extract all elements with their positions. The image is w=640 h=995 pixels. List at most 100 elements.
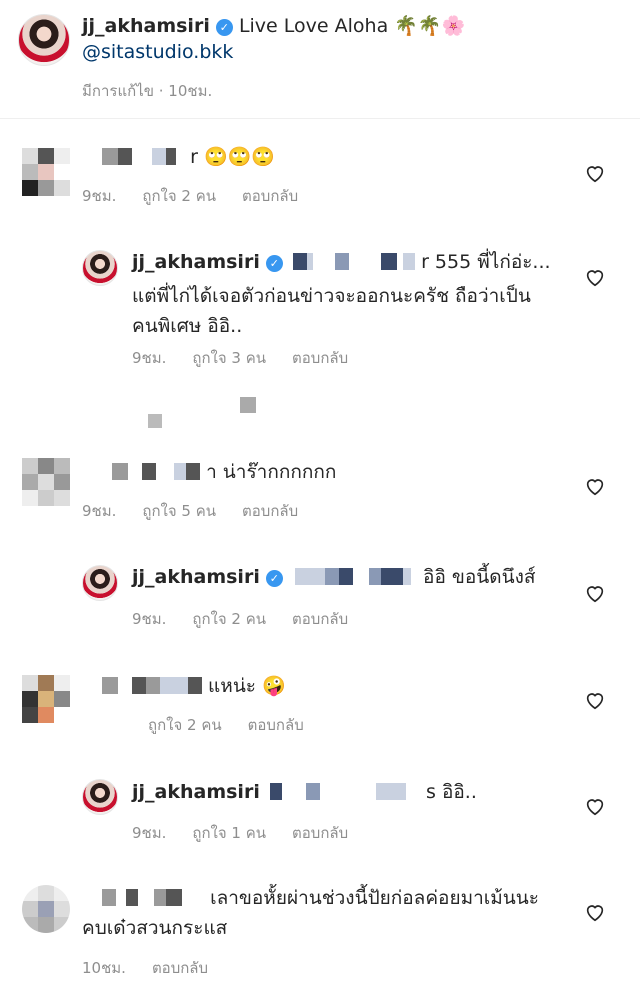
redacted-block (402, 568, 411, 585)
comment-time: 9ชม. (132, 610, 167, 628)
redacted-block (102, 889, 116, 906)
redacted-block (292, 253, 307, 270)
comment-time: 9ชม. (132, 824, 167, 842)
comment-text: jj_akhamsiri ✓ อิอิ ขอนี้ดนึงส์ (132, 563, 535, 591)
comment-body-line2: แต่พี่ไก่ได้เจอตัวก่อนข่าวจะออกนะครัช ถื… (132, 285, 531, 307)
comment-username[interactable]: jj_akhamsiri (132, 251, 260, 273)
caption-text: Live Love Aloha 🌴🌴🌸 (238, 15, 466, 37)
redacted-block (152, 148, 167, 165)
redacted-block (305, 783, 320, 800)
likes-count[interactable]: ถูกใจ 5 คน (142, 502, 216, 520)
reply-button[interactable]: ตอบกลับ (292, 610, 348, 628)
redacted-block (118, 148, 132, 165)
redacted-block (188, 677, 202, 694)
redacted-block (294, 568, 325, 585)
comment-username[interactable]: jj_akhamsiri (132, 566, 260, 588)
redacted-block (375, 783, 406, 800)
reply-avatar[interactable] (82, 250, 118, 286)
caption-meta: มีการแก้ไข · 10ชม. (82, 82, 213, 100)
redacted-block (269, 783, 282, 800)
comment-body: r 555 พี่ไก่อ่ะ... (421, 251, 551, 273)
reply-avatar[interactable] (82, 565, 118, 601)
redacted-block (324, 568, 339, 585)
redacted-block (102, 677, 118, 694)
redacted-block (381, 253, 398, 270)
redacted-block (368, 568, 381, 585)
redacted-block (166, 889, 183, 906)
caption-mention[interactable]: @sitastudio.bkk (82, 38, 233, 66)
heart-icon[interactable] (584, 266, 606, 288)
caption-avatar[interactable] (18, 14, 70, 66)
caption-line: jj_akhamsiri ✓ Live Love Aloha 🌴🌴🌸 (82, 12, 465, 40)
redacted-block (306, 253, 313, 270)
redacted-block (174, 463, 187, 480)
heart-icon[interactable] (584, 162, 606, 184)
likes-count[interactable]: ถูกใจ 2 คน (192, 610, 266, 628)
commenter-avatar[interactable] (22, 885, 70, 933)
redacted-block (166, 148, 177, 165)
redacted-block (240, 397, 256, 413)
likes-count[interactable]: ถูกใจ 3 คน (192, 349, 266, 367)
comment-body: เลาขอหั้ยผ่านช่วงนี้ปัยก่อลค่อยมาเม้นนะ (210, 887, 539, 909)
redacted-block (132, 677, 146, 694)
caption-username[interactable]: jj_akhamsiri (82, 15, 210, 37)
heart-icon[interactable] (584, 475, 606, 497)
comment-meta: 9ชม. ถูกใจ 2 คน ตอบกลับ (82, 184, 324, 208)
likes-count[interactable]: ถูกใจ 2 คน (148, 716, 222, 734)
heart-icon[interactable] (584, 795, 606, 817)
redacted-block (334, 253, 349, 270)
verified-icon: ✓ (265, 570, 283, 587)
comment-text: r 🙄🙄🙄 (102, 143, 275, 171)
redacted-block (142, 463, 156, 480)
likes-count[interactable]: ถูกใจ 2 คน (142, 187, 216, 205)
commenter-avatar[interactable] (22, 148, 70, 196)
reply-button[interactable]: ตอบกลับ (242, 187, 298, 205)
comment-body: s อิอิ.. (426, 781, 477, 803)
redacted-block (148, 414, 162, 428)
redacted-block (403, 253, 416, 270)
comment-meta: 9ชม. ถูกใจ 1 คน ตอบกลับ (132, 821, 374, 845)
comment-meta: 9ชม. ถูกใจ 5 คน ตอบกลับ (82, 499, 324, 523)
redacted-block (338, 568, 353, 585)
verified-icon: ✓ (215, 19, 233, 36)
redacted-block (380, 568, 403, 585)
comment-text: แหน่ะ 🤪 (102, 672, 286, 700)
commenter-avatar[interactable] (22, 458, 70, 506)
comment-body-line3: คนพิเศษ อิอิ.. (132, 315, 243, 337)
comment-time: 9ชม. (82, 187, 117, 205)
reply-button[interactable]: ตอบกลับ (292, 824, 348, 842)
redacted-block (112, 463, 128, 480)
comment-meta: 9ชม. ถูกใจ 2 คน ตอบกลับ (132, 607, 374, 631)
comment-meta: 9ชม. ถูกใจ 3 คน ตอบกลับ (132, 346, 374, 370)
comment-body: แหน่ะ 🤪 (208, 675, 286, 697)
reply-avatar[interactable] (82, 779, 118, 815)
comment-body: า น่าร๊ากกกกกก (206, 461, 337, 483)
heart-icon[interactable] (584, 582, 606, 604)
commenter-avatar[interactable] (22, 675, 70, 723)
heart-icon[interactable] (584, 901, 606, 923)
reply-button[interactable]: ตอบกลับ (248, 716, 304, 734)
redacted-block (186, 463, 201, 480)
redacted-block (146, 677, 160, 694)
comment-body-line2: คบเด๋วสวนกระแส (82, 917, 228, 939)
comment-text: เลาขอหั้ยผ่านช่วงนี้ปัยก่อลค่อยมาเม้นนะ (102, 884, 539, 912)
comment-body: r 🙄🙄🙄 (190, 146, 275, 168)
reply-button[interactable]: ตอบกลับ (152, 959, 208, 977)
likes-count[interactable]: ถูกใจ 1 คน (192, 824, 266, 842)
divider (0, 118, 640, 119)
reply-button[interactable]: ตอบกลับ (292, 349, 348, 367)
redacted-block (102, 148, 118, 165)
comment-time: 9ชม. (82, 502, 117, 520)
comment-text: jj_akhamsiri s อิอิ.. (132, 778, 477, 806)
comment-time: 9ชม. (132, 349, 167, 367)
comment-meta: 10ชม. ตอบกลับ (82, 956, 234, 980)
comment-text: า น่าร๊ากกกกกก (112, 458, 336, 486)
comment-username[interactable]: jj_akhamsiri (132, 781, 260, 803)
comment-meta: ถูกใจ 2 คน ตอบกลับ (148, 713, 330, 737)
comment-body: อิอิ ขอนี้ดนึงส์ (423, 566, 536, 588)
heart-icon[interactable] (584, 689, 606, 711)
verified-icon: ✓ (265, 255, 283, 272)
reply-button[interactable]: ตอบกลับ (242, 502, 298, 520)
redacted-block (160, 677, 174, 694)
comment-time: 10ชม. (82, 959, 126, 977)
